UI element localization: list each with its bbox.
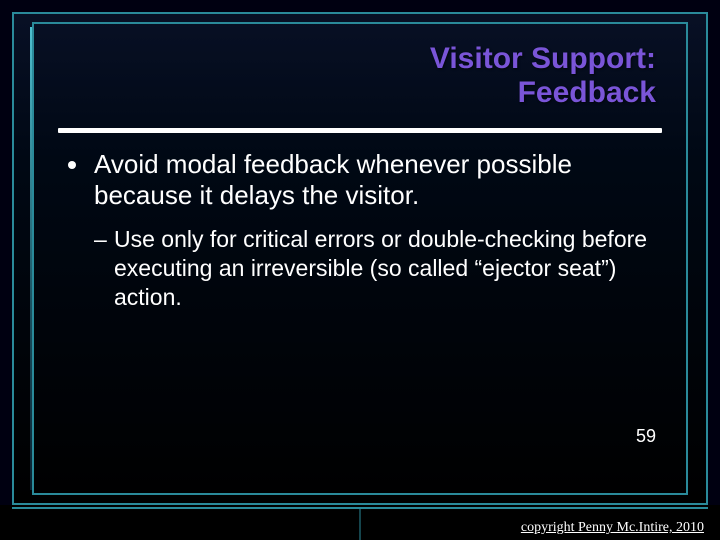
title-line-1: Visitor Support: — [134, 42, 656, 76]
bullet-level-1: Avoid modal feedback whenever possible b… — [68, 149, 652, 211]
copyright-text: copyright Penny Mc.Intire, 2010 — [521, 520, 704, 536]
inner-frame: Visitor Support: Feedback Avoid modal fe… — [32, 22, 688, 495]
footer-divider — [360, 507, 361, 540]
slide-body: Avoid modal feedback whenever possible b… — [68, 149, 652, 312]
title-underline — [58, 128, 662, 133]
page-number: 59 — [636, 426, 656, 447]
bullet-1-text: Avoid modal feedback whenever possible b… — [94, 149, 572, 210]
slide-title: Visitor Support: Feedback — [134, 42, 656, 109]
slide: Visitor Support: Feedback Avoid modal fe… — [0, 0, 720, 540]
bullet-2-text: Use only for critical errors or double-c… — [114, 226, 647, 310]
bullet-level-2: – Use only for critical errors or double… — [94, 225, 652, 311]
title-line-2: Feedback — [134, 76, 656, 110]
bullet-dot-icon — [68, 161, 76, 169]
footer: copyright Penny Mc.Intire, 2010 — [0, 505, 720, 540]
outer-frame: Visitor Support: Feedback Avoid modal fe… — [12, 12, 708, 505]
bullet-dash-icon: – — [94, 225, 107, 254]
